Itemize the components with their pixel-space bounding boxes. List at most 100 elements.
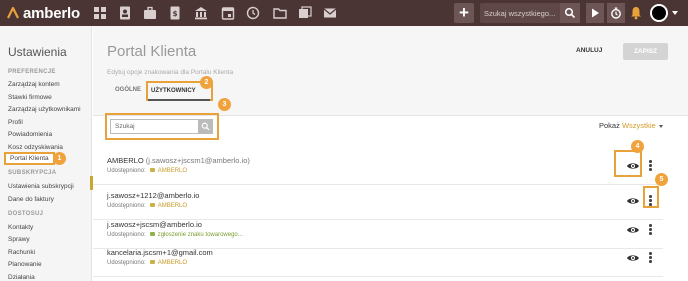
bank-icon[interactable] xyxy=(193,5,209,21)
user-name: j.sawosz+1212@amberlo.io xyxy=(107,191,200,200)
shared-label: Udostępniono: xyxy=(107,203,146,209)
page-description: Edytuj opcje znakowania dla Portalu Klie… xyxy=(107,69,234,76)
shared-value: zgłoszenie znaku towarowego... xyxy=(157,232,243,238)
user-shared-info: Udostępniono: AMBERLO xyxy=(107,203,187,209)
callout-badge: 5 xyxy=(655,173,668,186)
save-button[interactable]: ZAPISZ xyxy=(623,43,668,60)
callout-badge: 2 xyxy=(200,76,213,89)
top-navigation-bar: amberlo $ + xyxy=(0,0,688,26)
user-search xyxy=(110,119,213,134)
global-search xyxy=(480,3,580,23)
callout-badge: 1 xyxy=(53,152,66,165)
user-shared-info: Udostępniono: zgłoszenie znaku towarowego… xyxy=(107,232,243,238)
sidebar-title: Ustawienia xyxy=(8,45,67,59)
add-new-button[interactable]: + xyxy=(454,3,474,23)
company-icon xyxy=(149,203,155,208)
sidebar-item-client-portal[interactable]: Portal Klienta xyxy=(4,152,55,165)
stopwatch-button[interactable] xyxy=(607,3,625,23)
sidebar-section-heading: SUBSKRYPCJA xyxy=(8,170,57,176)
tab-general[interactable]: OGÓLNE xyxy=(115,87,141,93)
bell-icon[interactable] xyxy=(630,6,642,20)
sidebar-item-notifications[interactable]: Powiadomienia xyxy=(8,131,52,138)
settings-sidebar: Ustawienia PREFERENCJE Zarządzaj kontem … xyxy=(0,26,93,281)
chevron-down-icon[interactable] xyxy=(672,11,678,15)
more-options-icon[interactable] xyxy=(649,224,652,236)
contacts-icon[interactable] xyxy=(117,5,133,21)
user-avatar[interactable] xyxy=(650,4,668,22)
sidebar-item-manage-users[interactable]: Zarządzaj użytkownikami xyxy=(8,106,81,113)
folder-icon[interactable] xyxy=(272,5,288,21)
user-name-text: AMBERLO xyxy=(107,156,144,165)
eye-icon[interactable] xyxy=(626,225,640,235)
user-search-button[interactable] xyxy=(198,120,213,133)
user-name: kancelaria.jscsm+1@gmail.com xyxy=(107,248,213,257)
matter-icon xyxy=(149,232,155,237)
sidebar-item-activities[interactable]: Działania xyxy=(8,274,35,281)
more-options-icon[interactable] xyxy=(649,252,652,264)
sidebar-section-heading: PREFERENCJE xyxy=(8,69,56,75)
user-row: AMBERLO (j.sawosz+jscsm1@amberlo.io) Udo… xyxy=(93,150,663,185)
sidebar-item-matters[interactable]: Sprawy xyxy=(8,236,30,243)
shared-value: AMBERLO xyxy=(157,168,188,174)
main-content: Portal Klienta Edytuj opcje znakowania d… xyxy=(93,26,688,281)
filter-dropdown[interactable]: Pokaż Wszystkie xyxy=(599,121,656,130)
logo-text: amberlo xyxy=(23,4,80,22)
user-row: kancelaria.jscsm+1@gmail.com Udostępnion… xyxy=(93,242,663,277)
filter-label: Pokaż xyxy=(599,121,620,130)
document-icon[interactable]: $ xyxy=(167,5,183,21)
amberlo-logo[interactable]: amberlo xyxy=(6,4,80,22)
sidebar-item-profile[interactable]: Profil xyxy=(8,119,23,126)
play-timer-button[interactable] xyxy=(586,3,604,23)
sidebar-item-planning[interactable]: Planowanie xyxy=(8,261,42,268)
sidebar-item-manage-account[interactable]: Zarządzaj kontem xyxy=(8,81,60,88)
mail-icon[interactable] xyxy=(322,5,338,21)
tab-users-label: UŻYTKOWNICY xyxy=(151,88,196,94)
stack-icon[interactable] xyxy=(297,5,313,21)
user-search-input[interactable] xyxy=(111,120,197,133)
user-name: j.sawosz+jscsm@amberlo.io xyxy=(107,220,202,229)
page-title: Portal Klienta xyxy=(107,43,197,60)
global-search-input[interactable] xyxy=(480,3,558,23)
sidebar-item-company-rates[interactable]: Stawki firmowe xyxy=(8,94,52,101)
more-options-icon[interactable] xyxy=(649,160,652,172)
user-email: (j.sawosz+jscsm1@amberlo.io) xyxy=(145,156,250,165)
menu-callout-frame xyxy=(643,186,659,208)
sidebar-item-invoice-data[interactable]: Dane do faktury xyxy=(8,196,54,203)
briefcase-icon[interactable] xyxy=(142,5,158,21)
company-icon xyxy=(149,168,155,173)
sidebar-section-heading: DOSTOSUJ xyxy=(8,211,44,217)
svg-text:$: $ xyxy=(173,10,178,18)
shared-value: AMBERLO xyxy=(157,203,188,209)
user-shared-info: Udostępniono: AMBERLO xyxy=(107,168,187,174)
sidebar-item-subscription-settings[interactable]: Ustawienia subskrypcji xyxy=(8,183,74,190)
user-shared-info: Udostępniono: AMBERLO xyxy=(107,260,187,266)
sidebar-item-contacts[interactable]: Kontakty xyxy=(8,224,33,231)
chevron-down-icon[interactable] xyxy=(659,125,663,128)
play-icon xyxy=(592,8,599,18)
search-icon xyxy=(201,122,210,131)
filter-value: Wszystkie xyxy=(621,121,656,130)
amberlo-logo-icon xyxy=(7,6,19,19)
eye-icon[interactable] xyxy=(626,196,640,206)
grid-icon[interactable] xyxy=(92,5,108,21)
callout-badge: 4 xyxy=(631,140,644,153)
calendar-icon[interactable] xyxy=(220,5,236,21)
shared-label: Udostępniono: xyxy=(107,260,146,266)
sidebar-item-bills[interactable]: Rachunki xyxy=(8,249,35,256)
callout-badge: 3 xyxy=(218,98,231,111)
shared-value: AMBERLO xyxy=(157,260,188,266)
sidebar-item-recycle-bin[interactable]: Kosz odzyskiwania xyxy=(8,144,63,151)
eye-icon[interactable] xyxy=(626,253,640,263)
search-icon xyxy=(564,7,576,19)
active-tab-underline xyxy=(148,99,210,101)
global-search-button[interactable] xyxy=(560,3,580,23)
user-name: AMBERLO (j.sawosz+jscsm1@amberlo.io) xyxy=(107,156,250,165)
cancel-button[interactable]: ANULUJ xyxy=(576,47,602,54)
stopwatch-icon xyxy=(611,7,621,19)
shared-label: Udostępniono: xyxy=(107,232,146,238)
eye-callout-frame xyxy=(614,150,642,177)
shared-label: Udostępniono: xyxy=(107,168,146,174)
history-icon[interactable] xyxy=(245,5,261,21)
page-header: Portal Klienta Edytuj opcje znakowania d… xyxy=(93,26,688,116)
company-icon xyxy=(149,260,155,265)
